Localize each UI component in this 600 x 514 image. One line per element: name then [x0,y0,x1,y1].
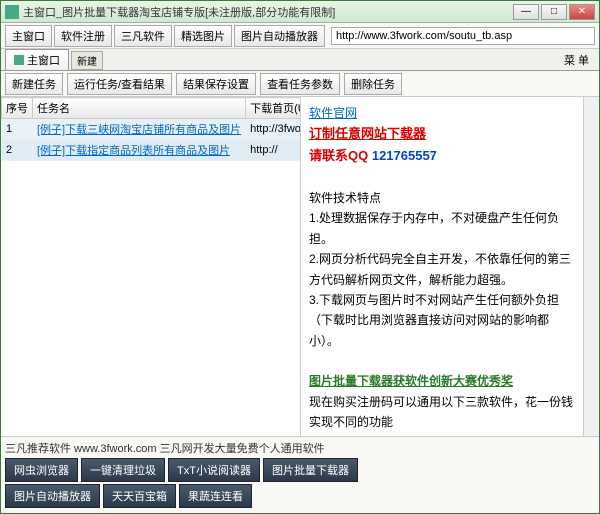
tab-label: 主窗口 [27,52,60,68]
url-input[interactable] [331,27,595,45]
official-site-link[interactable]: 软件官网 [309,106,357,120]
rec-treasure-button[interactable]: 天天百宝箱 [103,484,176,508]
close-button[interactable]: ✕ [569,4,595,20]
col-url[interactable]: 下载首页(URL) [246,98,300,119]
tech-title: 软件技术特点 [309,188,575,208]
app-icon [5,5,19,19]
save-settings-button[interactable]: 结果保存设置 [176,73,256,95]
delete-task-button[interactable]: 删除任务 [344,73,402,95]
table-row[interactable]: 1 [例子]下载三峡网淘宝店铺所有商品及图片 http://3fwork.tao… [2,119,301,140]
task-name-link[interactable]: [例子]下载指定商品列表所有商品及图片 [37,145,230,157]
bottom-panel: 三凡推荐软件 www.3fwork.com 三凡网开发大量免费个人通用软件 网虫… [1,436,599,513]
cell-num: 2 [2,140,33,161]
tab-bar: 主窗口 新建 菜 单 [1,49,599,71]
cell-num: 1 [2,119,33,140]
rec-cleanup-button[interactable]: 一键清理垃圾 [81,458,165,482]
reg-note: 现在购买注册码可以通用以下三款软件，花一份钱实现不同的功能 [309,392,575,433]
new-task-button[interactable]: 新建任务 [5,73,63,95]
new-tab-button[interactable]: 新建 [71,51,103,70]
tab-main-window[interactable]: 主窗口 [5,49,69,70]
rec-downloader-button[interactable]: 图片批量下载器 [263,458,358,482]
tech-point: 2.网页分析代码完全自主开发，不依靠任何的第三方代码解析网页文件，解析能力超强。 [309,249,575,290]
featured-images-button[interactable]: 精选图片 [174,25,232,47]
vertical-scrollbar[interactable] [583,97,599,436]
col-name[interactable]: 任务名 [33,98,246,119]
main-window-button[interactable]: 主窗口 [5,25,52,47]
rec-player-button[interactable]: 图片自动播放器 [5,484,100,508]
qq-number: 121765557 [372,148,437,163]
main-toolbar: 主窗口 软件注册 三凡软件 精选图片 图片自动播放器 [1,23,599,49]
tech-point: 3.下载网页与图片时不对网站产生任何额外负担（下载时比用浏览器直接访问对网站的影… [309,290,575,351]
contact-label: 请联系QQ [309,148,372,163]
cell-url: http:// [246,140,300,161]
col-num[interactable]: 序号 [2,98,33,119]
rec-reader-button[interactable]: TxT小说阅读器 [168,458,260,482]
tech-point: 1.处理数据保存于内存中，不对硬盘产生任何负担。 [309,208,575,249]
rec-game-button[interactable]: 果蔬连连看 [179,484,252,508]
award-link[interactable]: 图片批量下载器获软件创新大赛优秀奖 [309,374,513,388]
task-name-link[interactable]: [例子]下载三峡网淘宝店铺所有商品及图片 [37,124,241,136]
task-table-pane: 序号 任务名 下载首页(URL) 任务数 1 [例子]下载三峡网淘宝店铺所有商品… [1,97,301,436]
run-task-button[interactable]: 运行任务/查看结果 [67,73,172,95]
menu-button[interactable]: 菜 单 [558,50,595,70]
minimize-button[interactable]: — [513,4,539,20]
rec-browser-button[interactable]: 网虫浏览器 [5,458,78,482]
sanfan-button[interactable]: 三凡软件 [114,25,172,47]
task-table: 序号 任务名 下载首页(URL) 任务数 1 [例子]下载三峡网淘宝店铺所有商品… [1,97,300,161]
cell-url: http://3fwork.taobao.com [246,119,300,140]
window-title: 主窗口_图片批量下载器淘宝店铺专版[未注册版,部分功能有限制] [23,4,513,20]
custom-downloader-link[interactable]: 订制任意网站下载器 [309,126,426,141]
info-pane: 软件官网 订制任意网站下载器 请联系QQ 121765557 软件技术特点 1.… [301,97,583,436]
table-row[interactable]: 2 [例子]下载指定商品列表所有商品及图片 http:// 2604919 [2,140,301,161]
view-params-button[interactable]: 查看任务参数 [260,73,340,95]
titlebar: 主窗口_图片批量下载器淘宝店铺专版[未注册版,部分功能有限制] — □ ✕ [1,1,599,23]
tab-icon [14,55,24,65]
register-button[interactable]: 软件注册 [54,25,112,47]
recommend-text: 三凡推荐软件 www.3fwork.com 三凡网开发大量免费个人通用软件 [5,440,595,456]
auto-player-button[interactable]: 图片自动播放器 [234,25,325,47]
maximize-button[interactable]: □ [541,4,567,20]
task-toolbar: 新建任务 运行任务/查看结果 结果保存设置 查看任务参数 删除任务 [1,71,599,97]
